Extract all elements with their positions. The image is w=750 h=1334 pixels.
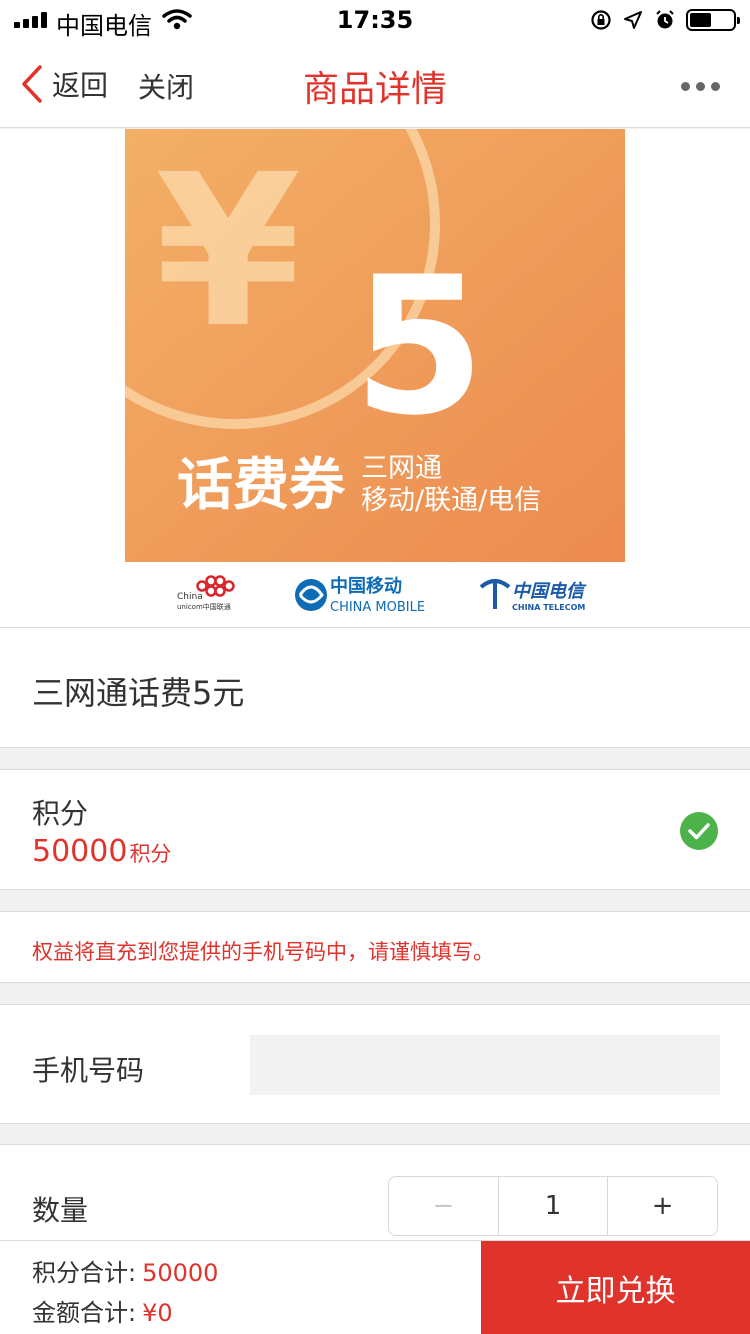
location-icon [624,11,642,29]
check-circle-icon[interactable] [680,812,718,850]
svg-text:China: China [177,592,203,602]
orientation-lock-icon [591,10,611,30]
china-unicom-logo: China unicom中国联通 [177,575,235,611]
points-label: 积分 [32,797,89,830]
phone-label: 手机号码 [32,1054,145,1087]
points-total-label: 积分合计: [32,1259,137,1287]
status-bar: 中国电信 17:35 [0,0,750,40]
quantity-value[interactable]: 1 [499,1177,609,1235]
voucher-image: ¥ 5 话费券 三网通 移动/联通/电信 [125,129,625,562]
notice-section: 权益将直充到您提供的手机号码中，请谨慎填写。 [0,911,750,983]
currency-symbol: ¥ [155,129,301,374]
points-total-value: 50000 [142,1259,219,1287]
nav-bar: 返回 关闭 商品详情 [0,40,750,128]
phone-number-input[interactable] [250,1035,720,1095]
voucher-amount: 5 [353,236,485,457]
battery-icon [686,9,740,31]
carrier-logos: China unicom中国联通 中国移动 CHINA MOBILE 中国电信 … [177,575,587,615]
networks-line1: 三网通 [361,453,442,484]
svg-text:CHINA TELECOM: CHINA TELECOM [512,603,585,612]
product-image: ¥ 5 话费券 三网通 移动/联通/电信 China unicom中国联通 中国… [0,129,750,628]
more-button[interactable] [681,82,720,91]
more-dot-icon [696,82,705,91]
product-name: 三网通话费5元 [32,674,245,712]
page-title: 商品详情 [302,69,447,110]
quantity-label: 数量 [32,1194,89,1227]
alarm-icon [656,10,674,29]
voucher-title: 话费券 [177,453,346,518]
product-name-section: 三网通话费5元 [0,628,750,748]
more-dot-icon [681,82,690,91]
notice-text: 权益将直充到您提供的手机号码中，请谨慎填写。 [32,940,494,964]
china-telecom-logo: 中国电信 CHINA TELECOM [479,579,587,612]
svg-text:CHINA MOBILE: CHINA MOBILE [330,600,425,615]
amount-total-label: 金额合计: [32,1299,137,1327]
quantity-stepper: − 1 + [388,1176,718,1236]
amount-total: 金额合计: ¥0 [32,1293,173,1328]
points-unit: 积分 [129,842,172,866]
increase-button[interactable]: + [608,1177,717,1235]
svg-text:中国移动: 中国移动 [330,575,402,597]
points-price: 50000积分 [32,834,171,869]
phone-section: 手机号码 [0,1004,750,1124]
networks-line2: 移动/联通/电信 [361,485,541,516]
svg-text:中国电信: 中国电信 [512,581,587,602]
checkout-bar: 积分合计: 50000 金额合计: ¥0 立即兑换 [0,1240,750,1334]
decrease-button[interactable]: − [389,1177,499,1235]
quantity-section: 数量 − 1 + [0,1144,750,1240]
more-dot-icon [711,82,720,91]
points-total: 积分合计: 50000 [32,1253,218,1288]
redeem-button[interactable]: 立即兑换 [481,1241,750,1334]
amount-total-value: ¥0 [142,1299,173,1327]
china-mobile-logo: 中国移动 CHINA MOBILE [295,575,425,615]
points-value: 50000 [32,834,128,869]
svg-text:unicom中国联通: unicom中国联通 [177,602,231,611]
points-payment-option[interactable]: 积分 50000积分 [0,769,750,890]
